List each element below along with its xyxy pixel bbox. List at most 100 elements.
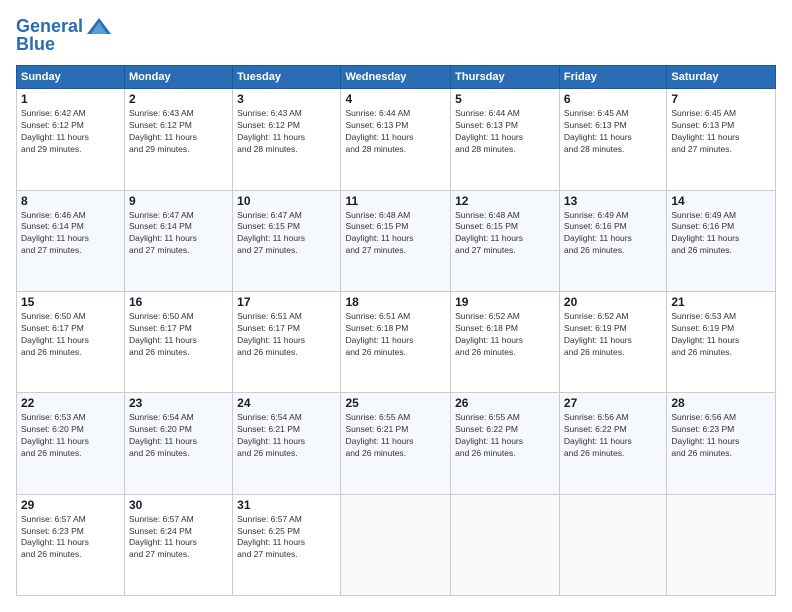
day-info: Sunrise: 6:57 AM Sunset: 6:24 PM Dayligh…	[129, 514, 228, 562]
day-number: 14	[671, 194, 771, 208]
calendar-cell: 1 Sunrise: 6:42 AM Sunset: 6:12 PM Daylig…	[17, 89, 125, 190]
calendar-cell: 4 Sunrise: 6:44 AM Sunset: 6:13 PM Daylig…	[341, 89, 451, 190]
calendar-week-row: 15Sunrise: 6:50 AM Sunset: 6:17 PM Dayli…	[17, 291, 776, 392]
day-info: Sunrise: 6:54 AM Sunset: 6:20 PM Dayligh…	[129, 412, 228, 460]
calendar-week-row: 8Sunrise: 6:46 AM Sunset: 6:14 PM Daylig…	[17, 190, 776, 291]
calendar-cell: 18 Sunrise: 6:51 AM Sunset: 6:18 PM Dayli…	[341, 291, 451, 392]
day-info: Sunrise: 6:56 AM Sunset: 6:22 PM Dayligh…	[564, 412, 662, 460]
day-number: 16	[129, 295, 228, 309]
day-info: Sunrise: 6:55 AM Sunset: 6:22 PM Dayligh…	[455, 412, 555, 460]
logo-icon	[85, 16, 113, 38]
weekday-header-saturday: Saturday	[667, 66, 776, 89]
calendar-cell	[451, 494, 560, 595]
calendar-cell: 8Sunrise: 6:46 AM Sunset: 6:14 PM Daylig…	[17, 190, 125, 291]
day-info: Sunrise: 6:55 AM Sunset: 6:21 PM Dayligh…	[345, 412, 446, 460]
day-number: 8	[21, 194, 120, 208]
day-number: 24	[237, 396, 336, 410]
day-number: 30	[129, 498, 228, 512]
day-number: 1	[21, 92, 120, 106]
day-info: Sunrise: 6:53 AM Sunset: 6:20 PM Dayligh…	[21, 412, 120, 460]
calendar-cell: 19 Sunrise: 6:52 AM Sunset: 6:18 PM Dayli…	[451, 291, 560, 392]
calendar-cell: 20Sunrise: 6:52 AM Sunset: 6:19 PM Dayli…	[559, 291, 666, 392]
calendar-week-row: 29 Sunrise: 6:57 AM Sunset: 6:23 PM Dayli…	[17, 494, 776, 595]
calendar-cell: 9Sunrise: 6:47 AM Sunset: 6:14 PM Daylig…	[125, 190, 233, 291]
calendar-cell: 6 Sunrise: 6:45 AM Sunset: 6:13 PM Daylig…	[559, 89, 666, 190]
calendar-cell	[559, 494, 666, 595]
day-info: Sunrise: 6:52 AM Sunset: 6:18 PM Dayligh…	[455, 311, 555, 359]
weekday-header-sunday: Sunday	[17, 66, 125, 89]
calendar-week-row: 22 Sunrise: 6:53 AM Sunset: 6:20 PM Dayli…	[17, 393, 776, 494]
calendar-cell: 16 Sunrise: 6:50 AM Sunset: 6:17 PM Dayli…	[125, 291, 233, 392]
day-info: Sunrise: 6:44 AM Sunset: 6:13 PM Dayligh…	[455, 108, 555, 156]
day-info: Sunrise: 6:50 AM Sunset: 6:17 PM Dayligh…	[21, 311, 120, 359]
calendar-body: 1 Sunrise: 6:42 AM Sunset: 6:12 PM Daylig…	[17, 89, 776, 596]
day-number: 23	[129, 396, 228, 410]
day-number: 10	[237, 194, 336, 208]
day-number: 4	[345, 92, 446, 106]
calendar-cell: 29 Sunrise: 6:57 AM Sunset: 6:23 PM Dayli…	[17, 494, 125, 595]
weekday-header-thursday: Thursday	[451, 66, 560, 89]
calendar-cell: 22 Sunrise: 6:53 AM Sunset: 6:20 PM Dayli…	[17, 393, 125, 494]
day-number: 17	[237, 295, 336, 309]
page: General Blue SundayMondayTuesdayWednesda…	[0, 0, 792, 612]
calendar-cell: 28 Sunrise: 6:56 AM Sunset: 6:23 PM Dayli…	[667, 393, 776, 494]
day-info: Sunrise: 6:51 AM Sunset: 6:17 PM Dayligh…	[237, 311, 336, 359]
day-number: 2	[129, 92, 228, 106]
day-info: Sunrise: 6:57 AM Sunset: 6:23 PM Dayligh…	[21, 514, 120, 562]
calendar-cell: 27 Sunrise: 6:56 AM Sunset: 6:22 PM Dayli…	[559, 393, 666, 494]
logo: General Blue	[16, 16, 113, 55]
header: General Blue	[16, 16, 776, 55]
day-number: 12	[455, 194, 555, 208]
calendar-week-row: 1 Sunrise: 6:42 AM Sunset: 6:12 PM Daylig…	[17, 89, 776, 190]
day-number: 7	[671, 92, 771, 106]
day-info: Sunrise: 6:43 AM Sunset: 6:12 PM Dayligh…	[129, 108, 228, 156]
day-number: 31	[237, 498, 336, 512]
weekday-header-row: SundayMondayTuesdayWednesdayThursdayFrid…	[17, 66, 776, 89]
day-info: Sunrise: 6:45 AM Sunset: 6:13 PM Dayligh…	[564, 108, 662, 156]
day-info: Sunrise: 6:43 AM Sunset: 6:12 PM Dayligh…	[237, 108, 336, 156]
day-info: Sunrise: 6:49 AM Sunset: 6:16 PM Dayligh…	[564, 210, 662, 258]
calendar-cell: 12 Sunrise: 6:48 AM Sunset: 6:15 PM Dayli…	[451, 190, 560, 291]
calendar-table: SundayMondayTuesdayWednesdayThursdayFrid…	[16, 65, 776, 596]
calendar-cell: 15Sunrise: 6:50 AM Sunset: 6:17 PM Dayli…	[17, 291, 125, 392]
weekday-header-wednesday: Wednesday	[341, 66, 451, 89]
calendar-cell	[341, 494, 451, 595]
calendar-cell: 14 Sunrise: 6:49 AM Sunset: 6:16 PM Dayli…	[667, 190, 776, 291]
day-number: 21	[671, 295, 771, 309]
weekday-header-monday: Monday	[125, 66, 233, 89]
day-number: 11	[345, 194, 446, 208]
day-number: 27	[564, 396, 662, 410]
day-info: Sunrise: 6:56 AM Sunset: 6:23 PM Dayligh…	[671, 412, 771, 460]
calendar-cell: 7Sunrise: 6:45 AM Sunset: 6:13 PM Daylig…	[667, 89, 776, 190]
day-info: Sunrise: 6:44 AM Sunset: 6:13 PM Dayligh…	[345, 108, 446, 156]
day-number: 6	[564, 92, 662, 106]
day-number: 28	[671, 396, 771, 410]
day-info: Sunrise: 6:47 AM Sunset: 6:15 PM Dayligh…	[237, 210, 336, 258]
day-info: Sunrise: 6:54 AM Sunset: 6:21 PM Dayligh…	[237, 412, 336, 460]
calendar-cell: 26Sunrise: 6:55 AM Sunset: 6:22 PM Dayli…	[451, 393, 560, 494]
day-number: 18	[345, 295, 446, 309]
day-number: 5	[455, 92, 555, 106]
day-number: 19	[455, 295, 555, 309]
calendar-cell: 11 Sunrise: 6:48 AM Sunset: 6:15 PM Dayli…	[341, 190, 451, 291]
day-number: 3	[237, 92, 336, 106]
day-number: 25	[345, 396, 446, 410]
day-number: 9	[129, 194, 228, 208]
calendar-cell: 5 Sunrise: 6:44 AM Sunset: 6:13 PM Daylig…	[451, 89, 560, 190]
calendar-cell	[667, 494, 776, 595]
weekday-header-tuesday: Tuesday	[233, 66, 341, 89]
day-number: 13	[564, 194, 662, 208]
day-info: Sunrise: 6:48 AM Sunset: 6:15 PM Dayligh…	[455, 210, 555, 258]
day-info: Sunrise: 6:48 AM Sunset: 6:15 PM Dayligh…	[345, 210, 446, 258]
day-info: Sunrise: 6:57 AM Sunset: 6:25 PM Dayligh…	[237, 514, 336, 562]
day-number: 22	[21, 396, 120, 410]
day-info: Sunrise: 6:51 AM Sunset: 6:18 PM Dayligh…	[345, 311, 446, 359]
day-info: Sunrise: 6:42 AM Sunset: 6:12 PM Dayligh…	[21, 108, 120, 156]
weekday-header-friday: Friday	[559, 66, 666, 89]
calendar-cell: 31 Sunrise: 6:57 AM Sunset: 6:25 PM Dayli…	[233, 494, 341, 595]
calendar-cell: 10 Sunrise: 6:47 AM Sunset: 6:15 PM Dayli…	[233, 190, 341, 291]
day-number: 29	[21, 498, 120, 512]
calendar-cell: 21Sunrise: 6:53 AM Sunset: 6:19 PM Dayli…	[667, 291, 776, 392]
day-info: Sunrise: 6:50 AM Sunset: 6:17 PM Dayligh…	[129, 311, 228, 359]
day-info: Sunrise: 6:49 AM Sunset: 6:16 PM Dayligh…	[671, 210, 771, 258]
